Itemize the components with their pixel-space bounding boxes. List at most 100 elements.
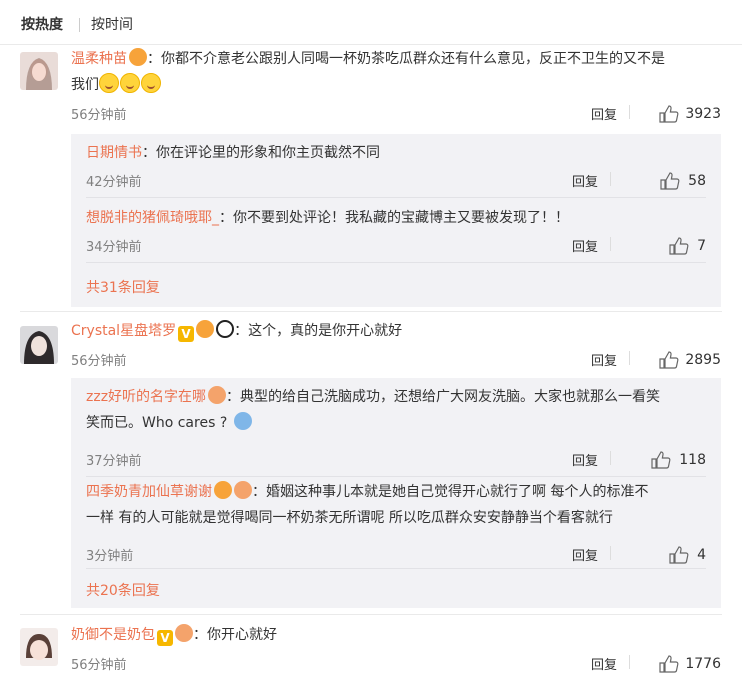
comment-username[interactable]: 温柔种苗 (71, 51, 127, 67)
badge-icon (175, 624, 193, 642)
sort-tabs: 按热度 按时间 (0, 0, 742, 45)
emoji-icon (99, 73, 119, 93)
comment-text: ：你都不介意老公跟别人同喝一杯奶茶吃瓜群众还有什么意见，反正不卫生的又不是 (147, 51, 665, 67)
sub-text: ：典型的给自己洗脑成功，还想给广大网友洗脑。大家也就那么一看笑 (226, 389, 661, 405)
comment-time: 56分钟前 (71, 354, 127, 369)
comment-text: ：你开心就好 (193, 627, 277, 643)
sub-username[interactable]: 四季奶青加仙草谢谢 (86, 484, 212, 500)
reply-label: 回复 (590, 658, 617, 673)
like-button[interactable]: 2895 (659, 349, 721, 371)
thumbs-up-icon (669, 546, 689, 564)
reply-button[interactable]: 回复 (591, 350, 630, 369)
avatar[interactable] (20, 326, 58, 364)
reply-label: 回复 (571, 175, 598, 190)
thumbs-up-icon (660, 172, 680, 190)
sub-comment-box: 日期情书：你在评论里的形象和你主页截然不同 42分钟前 回复 58 想脱非的猪佩… (71, 134, 721, 307)
reply-label: 回复 (571, 240, 598, 255)
comment-divider (20, 614, 722, 615)
reply-button[interactable]: 回复 (572, 450, 611, 469)
thumbs-up-icon (659, 655, 679, 673)
divider (610, 451, 611, 465)
avatar-image (20, 52, 58, 90)
sub-divider (86, 262, 706, 263)
comment-text: ：这个，真的是你开心就好 (234, 323, 403, 339)
tab-time[interactable]: 按时间 (91, 15, 133, 35)
comment-meta: 56分钟前 回复 3923 (71, 104, 721, 124)
sub-time: 42分钟前 (86, 175, 142, 190)
vip-badge-icon (129, 48, 147, 66)
badge-icon (234, 481, 252, 499)
comment-meta: 56分钟前 回复 1776 (71, 654, 721, 674)
sub-divider (86, 568, 706, 569)
vip-badge-icon: V (178, 326, 195, 342)
sub-comment-box: zzz好听的名字在哪 ：典型的给自己洗脑成功，还想给广大网友洗脑。大家也就那么一看… (71, 378, 721, 608)
sub-comment: 四季奶青加仙草谢谢 ：婚姻这种事儿本就是她自己觉得开心就行了啊 每个人的标准不一样… (86, 479, 706, 564)
sub-meta: 37分钟前 回复 118 (86, 450, 706, 470)
tab-divider (79, 18, 80, 32)
reply-label: 回复 (590, 354, 617, 369)
comment-body: Crystal星盘塔罗 V ：这个，真的是你开心就好 (71, 318, 721, 344)
divider (610, 546, 611, 560)
sub-username[interactable]: 日期情书 (86, 145, 142, 161)
sub-text: ：婚姻这种事儿本就是她自己觉得开心就行了啊 每个人的标准不 (252, 484, 649, 500)
reply-button[interactable]: 回复 (591, 654, 630, 673)
sub-username[interactable]: 想脱非的猪佩琦哦耶_ (86, 210, 219, 226)
like-button[interactable]: 118 (651, 449, 706, 471)
reply-button[interactable]: 回复 (572, 171, 611, 190)
divider (610, 237, 611, 251)
comment-time: 56分钟前 (71, 108, 127, 123)
comment-meta: 56分钟前 回复 2895 (71, 350, 721, 370)
thumbs-up-icon (659, 351, 679, 369)
like-button[interactable]: 7 (669, 235, 706, 257)
thumbs-up-icon (651, 451, 671, 469)
avatar-image (20, 326, 58, 364)
sub-meta: 34分钟前 回复 7 (86, 236, 706, 256)
emoji-icon (141, 73, 161, 93)
like-count: 7 (697, 238, 706, 254)
sub-time: 3分钟前 (86, 549, 134, 564)
reply-label: 回复 (571, 454, 598, 469)
like-count: 118 (679, 452, 706, 468)
divider (610, 172, 611, 186)
comment-username[interactable]: Crystal星盘塔罗 (71, 323, 176, 339)
like-button[interactable]: 58 (660, 170, 706, 192)
panda-badge-icon (216, 320, 235, 338)
reply-button[interactable]: 回复 (572, 545, 611, 564)
comment-time: 56分钟前 (71, 658, 127, 673)
sub-text: ：你不要到处评论！我私藏的宝藏博主又要被发现了！！ (219, 210, 569, 226)
sub-text: ：你在评论里的形象和你主页截然不同 (142, 145, 380, 161)
badge-icon (208, 386, 227, 404)
like-count: 1776 (685, 656, 721, 672)
divider (629, 105, 630, 119)
vip-badge-icon (196, 320, 215, 338)
comment-username[interactable]: 奶御不是奶包 (71, 627, 155, 643)
sub-text-cont: 一样 有的人可能就是觉得喝同一杯奶茶无所谓呢 所以吃瓜群众安安静静当个看客就行 (86, 510, 613, 526)
like-count: 2895 (685, 352, 721, 368)
avatar[interactable] (20, 52, 58, 90)
like-button[interactable]: 3923 (659, 103, 721, 125)
sub-comment: 日期情书：你在评论里的形象和你主页截然不同 42分钟前 回复 58 (86, 140, 706, 190)
comment-text-cont: 我们 (71, 77, 99, 93)
more-replies-link[interactable]: 共20条回复 (86, 580, 160, 600)
sub-comment: 想脱非的猪佩琦哦耶_：你不要到处评论！我私藏的宝藏博主又要被发现了！！ 34分钟… (86, 205, 706, 255)
reply-button[interactable]: 回复 (591, 104, 630, 123)
like-button[interactable]: 4 (669, 544, 706, 566)
sub-meta: 3分钟前 回复 4 (86, 545, 706, 565)
avatar-image (20, 628, 58, 666)
thumbs-up-icon (659, 105, 679, 123)
avatar[interactable] (20, 628, 58, 666)
thumbs-up-icon (669, 237, 689, 255)
like-button[interactable]: 1776 (659, 653, 721, 675)
sub-divider (86, 197, 706, 198)
vip-badge-icon (214, 481, 232, 499)
emoji-icon (233, 412, 252, 430)
like-count: 58 (688, 173, 706, 189)
reply-button[interactable]: 回复 (572, 236, 611, 255)
sub-time: 37分钟前 (86, 454, 142, 469)
sub-username[interactable]: zzz好听的名字在哪 (86, 389, 206, 405)
tab-hot[interactable]: 按热度 (21, 15, 63, 35)
comment-divider (20, 311, 722, 312)
comment-body: 温柔种苗 ：你都不介意老公跟别人同喝一杯奶茶吃瓜群众还有什么意见，反正不卫生的又不… (71, 46, 721, 98)
more-replies-link[interactable]: 共31条回复 (86, 277, 160, 297)
sub-meta: 42分钟前 回复 58 (86, 171, 706, 191)
